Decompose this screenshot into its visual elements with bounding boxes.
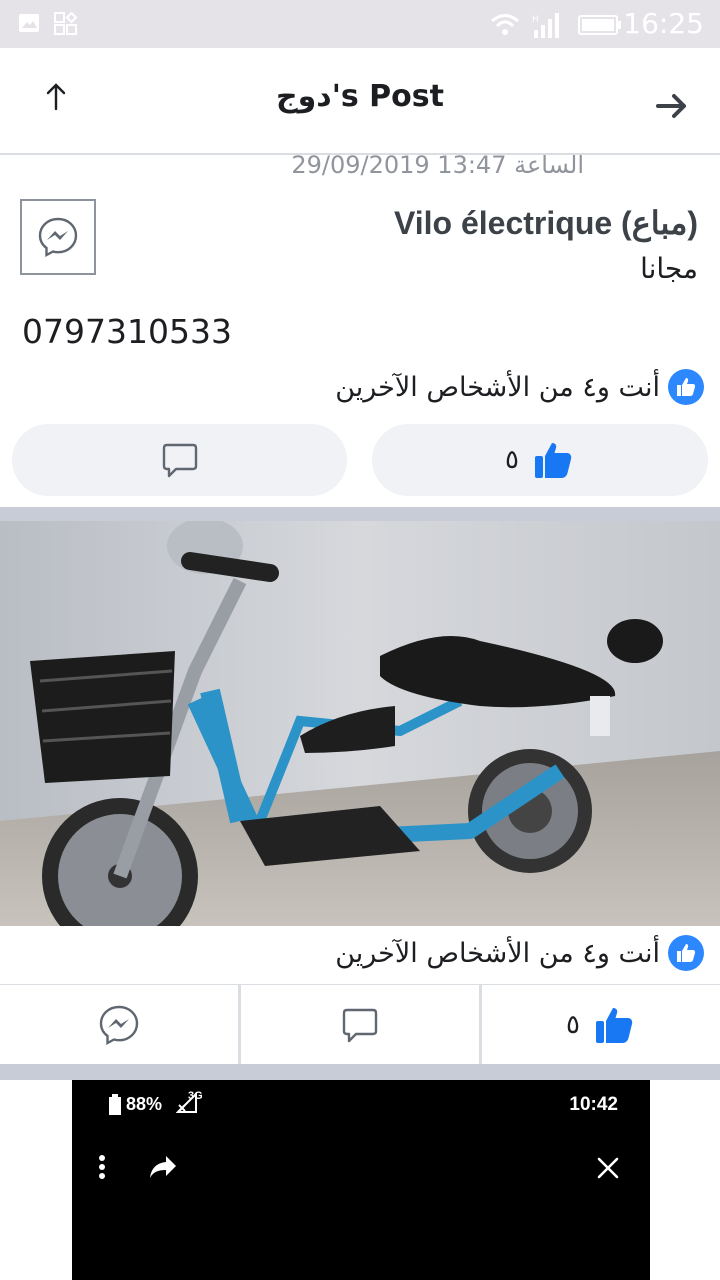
arrow-right-icon[interactable]: [654, 88, 690, 124]
clock: 16:25: [623, 7, 704, 40]
like-badge-icon: [668, 369, 704, 405]
photo-reactions-label: أنت و٤ من الأشخاص الآخرين: [335, 937, 660, 969]
messenger-button[interactable]: [20, 199, 96, 275]
photo-messenger-button[interactable]: [0, 985, 238, 1065]
share-icon[interactable]: [148, 1154, 178, 1180]
image-icon: [19, 14, 39, 32]
embedded-battery: 88%: [126, 1094, 163, 1114]
svg-text:H: H: [532, 15, 539, 25]
close-icon[interactable]: [596, 1156, 620, 1180]
thumbs-up-icon: [595, 1008, 633, 1043]
embedded-clock: 10:42: [569, 1094, 618, 1115]
divider: [0, 507, 720, 521]
page-title: دوج's Post: [276, 79, 444, 114]
embedded-screenshot[interactable]: 88% 3G 10:42: [72, 1080, 650, 1280]
status-bar: H 16:25: [0, 0, 720, 48]
like-button[interactable]: ٥: [372, 424, 708, 496]
reactions-label: أنت و٤ من الأشخاص الآخرين: [335, 371, 660, 403]
comment-icon: [342, 1008, 378, 1043]
post-photo[interactable]: [0, 521, 720, 926]
divider: [238, 985, 241, 1065]
messenger-icon: [99, 1005, 139, 1046]
like-count: ٥: [505, 445, 519, 475]
signal-icon: H: [532, 13, 559, 38]
post-timestamp: 29/09/2019 الساعة 13:47: [291, 151, 584, 179]
photo-comment-button[interactable]: [241, 985, 479, 1065]
reactions-summary[interactable]: أنت و٤ من الأشخاص الآخرين: [335, 369, 704, 405]
comment-button[interactable]: [12, 424, 347, 496]
comment-icon: [162, 443, 197, 478]
post-header: دوج's Post: [0, 48, 720, 155]
divider: [479, 985, 482, 1065]
messenger-icon: [38, 217, 78, 258]
more-options-icon[interactable]: [98, 1154, 106, 1180]
apps-icon: [54, 12, 78, 35]
photo-like-badge-icon: [668, 935, 704, 971]
wifi-icon: [491, 14, 519, 35]
thumbs-up-icon: [534, 443, 572, 478]
post-price: مجانا: [640, 252, 698, 285]
post-body: 0797310533: [22, 312, 232, 351]
photo-action-bar: ٥: [0, 984, 720, 1065]
network-type: 3G: [188, 1090, 203, 1102]
electric-bike-image: [0, 521, 720, 926]
battery-icon: [578, 15, 621, 35]
photo-like-count: ٥: [566, 1010, 580, 1040]
divider: [0, 1064, 720, 1080]
photo-reactions-summary[interactable]: أنت و٤ من الأشخاص الآخرين: [335, 935, 704, 971]
battery-icon: [109, 1094, 121, 1115]
photo-like-button[interactable]: ٥: [482, 985, 720, 1065]
post-title: Vilo électrique (مباع): [394, 205, 698, 241]
